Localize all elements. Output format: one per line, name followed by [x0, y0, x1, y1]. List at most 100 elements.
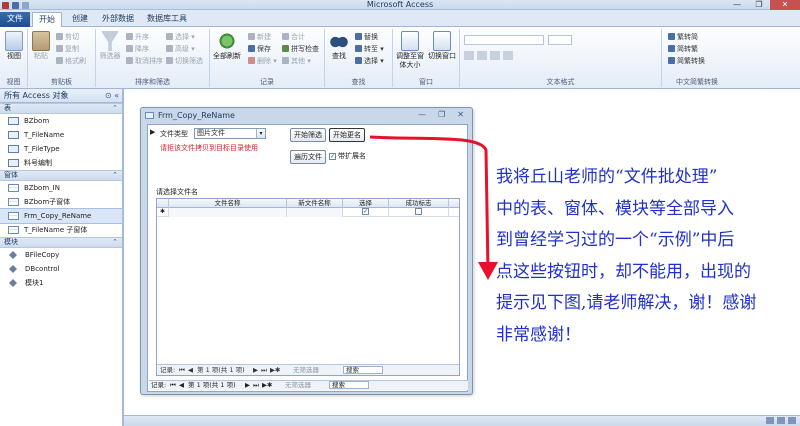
- sort-asc-button[interactable]: 升序: [126, 33, 149, 42]
- traverse-files-button[interactable]: 遍历文件: [290, 150, 326, 164]
- bold-icon[interactable]: [464, 51, 474, 60]
- tab-home[interactable]: 开始: [32, 12, 62, 28]
- nav-section-tables[interactable]: 表 ⌃: [0, 103, 122, 114]
- nav-item-table[interactable]: BZbom: [0, 114, 122, 128]
- nav-header[interactable]: 所有 Access 对象 ⊙ «: [0, 89, 122, 103]
- fit-to-form-button[interactable]: 调整至窗体大小: [395, 31, 425, 70]
- collapse-chevron-icon[interactable]: ⌃: [112, 238, 118, 247]
- delete-record-button[interactable]: 删除 ▾: [248, 57, 277, 66]
- file-type-combo[interactable]: 图片文件 ▾: [194, 128, 266, 139]
- nav-item-module[interactable]: BFileCopy: [0, 248, 122, 262]
- record-position[interactable]: 第 1 项(共 1 项): [197, 365, 245, 375]
- new-filename-cell[interactable]: [287, 208, 343, 217]
- nav-item-form[interactable]: BZbom子窗体: [0, 195, 122, 209]
- advanced-button[interactable]: 高级 ▾: [166, 45, 195, 54]
- font-name-select[interactable]: [464, 35, 544, 45]
- nav-item-form[interactable]: BZbom_IN: [0, 181, 122, 195]
- layout-view-icon[interactable]: [777, 417, 785, 424]
- cut-button[interactable]: 剪切: [56, 33, 79, 42]
- last-record-icon[interactable]: ⏭: [261, 365, 267, 375]
- record-position[interactable]: 第 1 项(共 1 项): [188, 381, 236, 390]
- tab-external-data[interactable]: 外部数据: [96, 12, 140, 27]
- new-record-icon[interactable]: ▶✱: [262, 381, 272, 390]
- success-checkbox[interactable]: [415, 208, 422, 215]
- nav-section-modules[interactable]: 模块 ⌃: [0, 237, 122, 248]
- font-color-icon[interactable]: [503, 51, 513, 60]
- paste-button[interactable]: 粘贴: [30, 31, 52, 61]
- collapse-chevron-icon[interactable]: ⌃: [112, 171, 118, 180]
- selection-button[interactable]: 选择 ▾: [166, 33, 195, 42]
- search-input[interactable]: 搜索: [329, 381, 369, 389]
- form-maximize-button[interactable]: ❐: [438, 110, 445, 119]
- font-size-select[interactable]: [548, 35, 572, 45]
- prev-record-icon[interactable]: ◀: [188, 365, 193, 375]
- convert-button[interactable]: 简繁转换: [668, 57, 705, 66]
- nav-item-table[interactable]: T_FileType: [0, 142, 122, 156]
- start-rename-button[interactable]: 开始更名: [329, 128, 365, 142]
- prev-record-icon[interactable]: ◀: [179, 381, 184, 390]
- copy-button[interactable]: 复制: [56, 45, 79, 54]
- refresh-all-button[interactable]: 全部刷新: [212, 31, 242, 61]
- first-record-icon[interactable]: ⏮: [179, 365, 185, 375]
- new-record-button[interactable]: 新建: [248, 33, 271, 42]
- dropdown-arrow-icon[interactable]: ▾: [256, 129, 265, 138]
- new-record-icon[interactable]: ▶✱: [270, 365, 280, 375]
- select-button[interactable]: 选择 ▾: [355, 57, 384, 66]
- column-header[interactable]: 新文件名称: [287, 199, 343, 208]
- spelling-button[interactable]: 拼写检查: [282, 45, 319, 54]
- totals-button[interactable]: 合计: [282, 33, 305, 42]
- start-filter-button[interactable]: 开始筛选: [290, 128, 326, 142]
- form-close-button[interactable]: ✕: [457, 110, 464, 119]
- close-button[interactable]: ✕: [770, 0, 800, 10]
- nav-item-table[interactable]: 料号编制: [0, 156, 122, 170]
- search-input[interactable]: 搜索: [343, 366, 383, 374]
- column-header[interactable]: 文件名称: [169, 199, 287, 208]
- filter-button[interactable]: 筛选器: [98, 31, 122, 61]
- italic-icon[interactable]: [477, 51, 487, 60]
- goto-button[interactable]: 转至 ▾: [355, 45, 384, 54]
- next-record-icon[interactable]: ▶: [245, 381, 250, 390]
- nav-section-forms[interactable]: 窗体 ⌃: [0, 170, 122, 181]
- sort-desc-button[interactable]: 降序: [126, 45, 149, 54]
- filename-cell[interactable]: [169, 208, 287, 217]
- minimize-button[interactable]: —: [726, 0, 748, 10]
- nav-item-module[interactable]: DBcontrol: [0, 262, 122, 276]
- nav-item-form-selected[interactable]: Frm_Copy_ReName: [0, 208, 123, 224]
- nav-item-module[interactable]: 模块1: [0, 276, 122, 290]
- with-extension-checkbox[interactable]: ✓: [329, 153, 336, 160]
- design-view-icon[interactable]: [788, 417, 796, 424]
- find-button[interactable]: 查找: [327, 31, 351, 61]
- nav-header-controls[interactable]: ⊙ «: [105, 89, 119, 103]
- no-filter-indicator[interactable]: 无筛选器: [285, 381, 311, 390]
- text-style-buttons[interactable]: [464, 51, 574, 61]
- replace-button[interactable]: 替换: [355, 33, 378, 42]
- success-cell[interactable]: [389, 208, 449, 217]
- column-header[interactable]: 成功标志: [389, 199, 449, 208]
- switch-window-button[interactable]: 切换窗口: [427, 31, 457, 61]
- collapse-chevron-icon[interactable]: ⌃: [112, 104, 118, 113]
- remove-sort-button[interactable]: 取消排序: [126, 57, 163, 66]
- next-record-icon[interactable]: ▶: [253, 365, 258, 375]
- form-minimize-button[interactable]: —: [418, 110, 426, 119]
- first-record-icon[interactable]: ⏮: [170, 381, 176, 390]
- no-filter-indicator[interactable]: 无筛选器: [293, 365, 319, 375]
- last-record-icon[interactable]: ⏭: [253, 381, 259, 390]
- s2t-button[interactable]: 简转繁: [668, 45, 698, 54]
- t2s-button[interactable]: 繁转简: [668, 33, 698, 42]
- toggle-filter-button[interactable]: 切换筛选: [166, 57, 203, 66]
- form-view-icon[interactable]: [766, 417, 774, 424]
- nav-item-table[interactable]: T_FileName: [0, 128, 122, 142]
- select-checkbox[interactable]: ✓: [362, 208, 369, 215]
- maximize-button[interactable]: ❐: [748, 0, 770, 10]
- underline-icon[interactable]: [490, 51, 500, 60]
- nav-item-form[interactable]: T_FileName 子窗体: [0, 223, 122, 237]
- view-button[interactable]: 视图: [3, 31, 25, 61]
- more-button[interactable]: 其他 ▾: [282, 57, 311, 66]
- format-painter-button[interactable]: 格式刷: [56, 57, 86, 66]
- tab-database-tools[interactable]: 数据库工具: [141, 12, 193, 27]
- tab-file[interactable]: 文件: [0, 12, 30, 27]
- save-record-button[interactable]: 保存: [248, 45, 271, 54]
- column-header[interactable]: 选择: [343, 199, 389, 208]
- tab-create[interactable]: 创建: [66, 12, 94, 27]
- table-row[interactable]: ✱ ✓: [157, 208, 459, 217]
